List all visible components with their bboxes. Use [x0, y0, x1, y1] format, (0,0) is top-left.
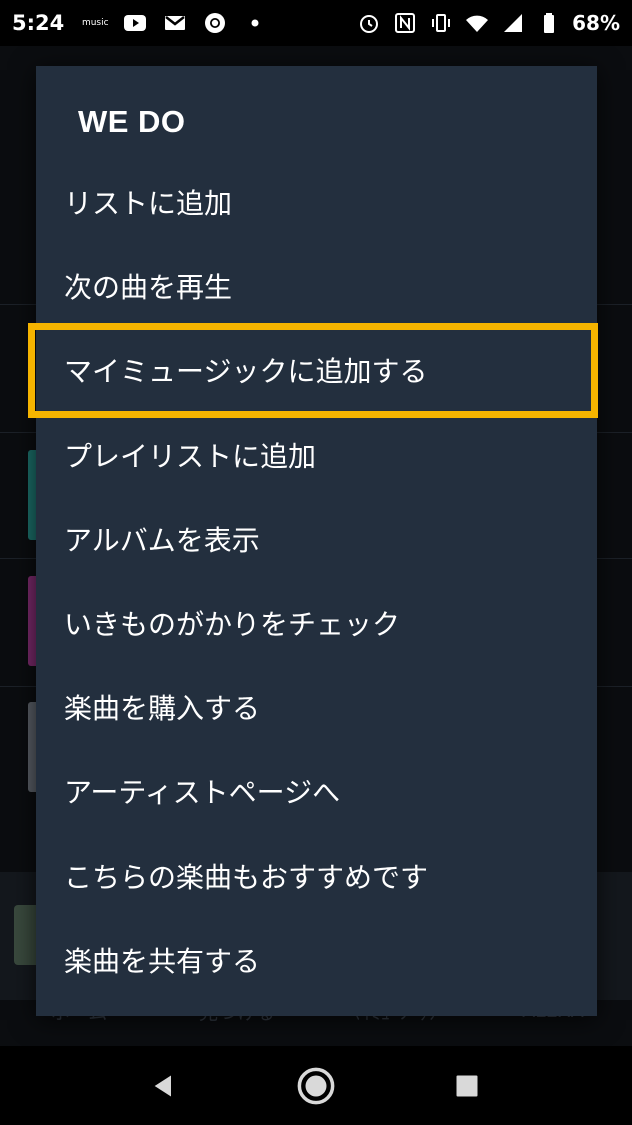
menu-item-recommendations[interactable]: こちらの楽曲もおすすめです: [36, 834, 597, 918]
status-time: 5:24: [12, 11, 65, 35]
system-icons: 68%: [356, 10, 620, 36]
home-icon[interactable]: [294, 1064, 338, 1108]
menu-item-check-artist[interactable]: いきものがかりをチェック: [36, 581, 597, 665]
status-bar: 5:24 music 68%: [0, 0, 632, 46]
menu-item-view-album[interactable]: アルバムを表示: [36, 497, 597, 581]
context-menu-dialog: WE DO リストに追加 次の曲を再生 マイミュージックに追加する プレイリスト…: [36, 66, 597, 1016]
menu-item-add-to-list[interactable]: リストに追加: [36, 160, 597, 244]
system-nav-bar: [0, 1046, 632, 1125]
notification-icons: music: [82, 10, 268, 36]
vibrate-icon: [428, 10, 454, 36]
menu-list: リストに追加 次の曲を再生 マイミュージックに追加する プレイリストに追加 アル…: [36, 160, 597, 1002]
amazon-music-icon: music: [81, 10, 109, 36]
recents-icon[interactable]: [445, 1064, 489, 1108]
battery-percent: 68%: [572, 11, 620, 35]
menu-item-add-to-my-music[interactable]: マイミュージックに追加する: [36, 328, 597, 412]
battery-icon: [536, 10, 562, 36]
menu-item-add-to-playlist[interactable]: プレイリストに追加: [36, 413, 597, 497]
music-label: music: [81, 17, 109, 28]
gmail-icon: [162, 10, 188, 36]
dialog-title: WE DO: [78, 104, 186, 139]
nfc-icon: [392, 10, 418, 36]
menu-item-play-next[interactable]: 次の曲を再生: [36, 244, 597, 328]
menu-item-artist-page[interactable]: アーティストページへ: [36, 749, 597, 833]
alarm-icon: [356, 10, 382, 36]
back-icon[interactable]: [142, 1064, 186, 1108]
wifi-icon: [464, 10, 490, 36]
cell-signal-icon: [500, 10, 526, 36]
more-notifications-dot-icon: [242, 10, 268, 36]
chrome-icon: [202, 10, 228, 36]
youtube-icon: [122, 10, 148, 36]
menu-item-buy-song[interactable]: 楽曲を購入する: [36, 665, 597, 749]
menu-item-share-song[interactable]: 楽曲を共有する: [36, 918, 597, 1002]
